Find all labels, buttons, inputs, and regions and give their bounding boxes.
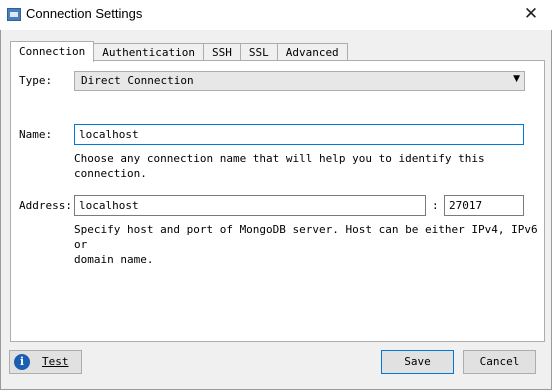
name-hint: Choose any connection name that will hel…: [74, 152, 485, 180]
address-hint: Specify host and port of MongoDB server.…: [74, 222, 544, 267]
test-button[interactable]: i Test: [9, 350, 82, 374]
window-icon: [7, 8, 21, 21]
connection-type-select[interactable]: Direct Connection ▼: [74, 71, 525, 91]
address-hint-line-2: domain name.: [74, 253, 154, 266]
save-button[interactable]: Save: [381, 350, 454, 374]
cancel-button[interactable]: Cancel: [463, 350, 536, 374]
tab-connection[interactable]: Connection: [10, 41, 95, 62]
chevron-down-icon: ▼: [513, 74, 520, 84]
port-field[interactable]: 27017: [444, 195, 524, 216]
host-field[interactable]: localhost: [74, 195, 426, 216]
name-field[interactable]: localhost: [74, 124, 524, 145]
title-bar: Connection Settings ✕: [0, 0, 552, 30]
dialog-body: Connection Authentication SSH SSL Advanc…: [0, 30, 552, 390]
address-hint-line-1: Specify host and port of MongoDB server.…: [74, 223, 538, 251]
tab-bar: Connection Authentication SSH SSL Advanc…: [10, 41, 348, 62]
connection-type-value: Direct Connection: [81, 74, 194, 87]
info-icon: i: [14, 354, 30, 370]
window-title: Connection Settings: [26, 6, 143, 21]
test-button-label: Test: [42, 355, 69, 368]
close-icon[interactable]: ✕: [518, 0, 544, 28]
name-label: Name:: [19, 128, 53, 141]
connection-panel: Type: Direct Connection ▼ Name: localhos…: [10, 60, 545, 342]
host-port-separator: :: [432, 199, 439, 212]
address-label: Address:: [19, 199, 72, 212]
type-label: Type:: [19, 74, 53, 87]
